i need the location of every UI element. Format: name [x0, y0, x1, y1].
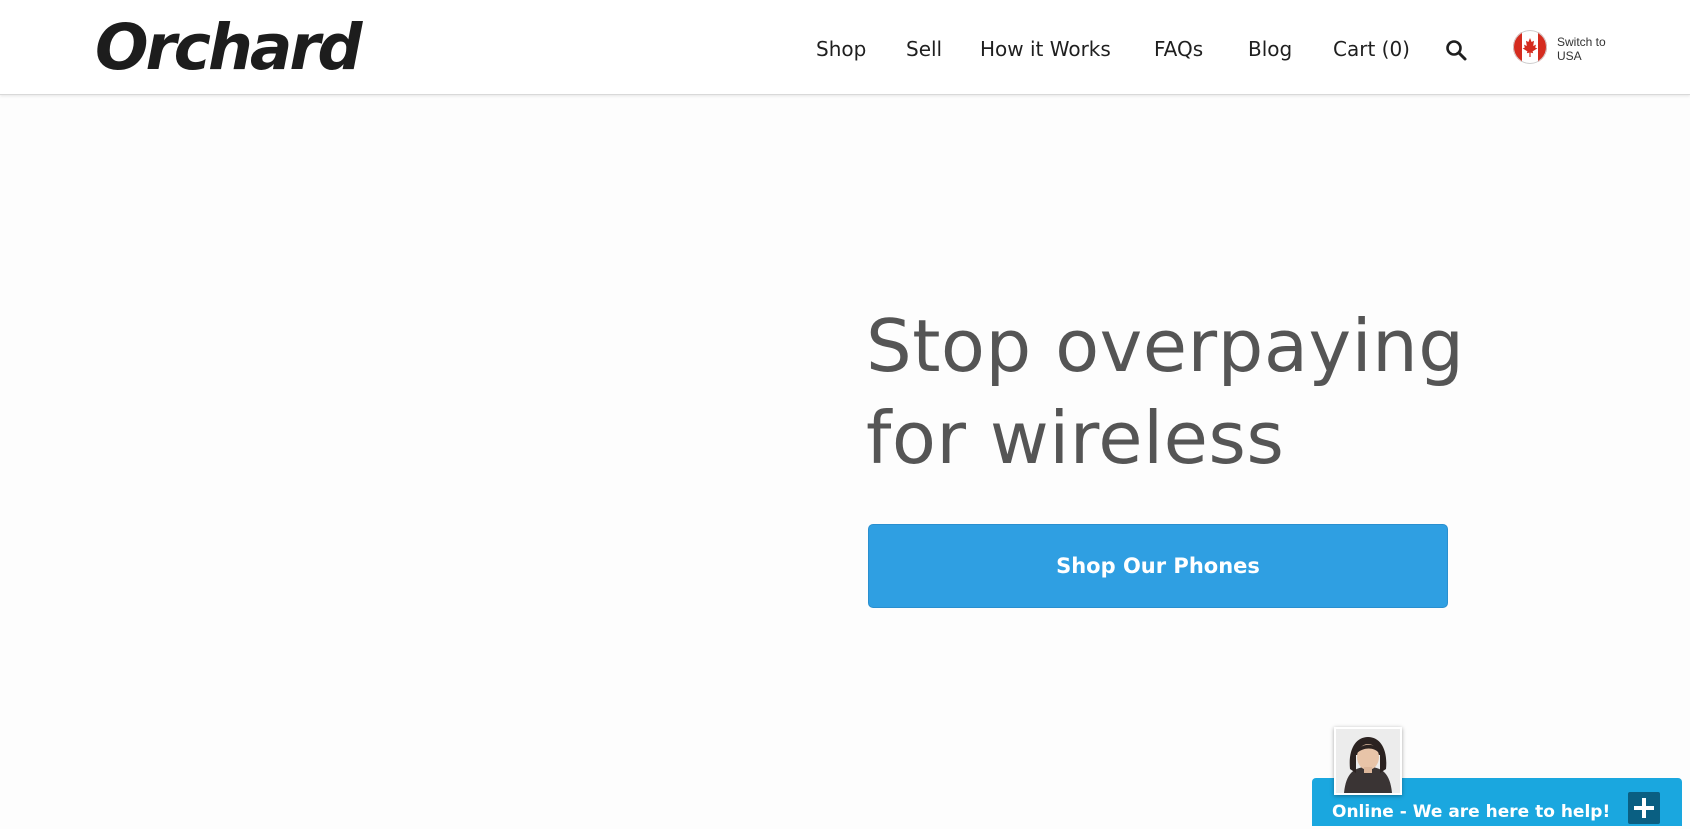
chat-status-text: Online - We are here to help!	[1332, 802, 1611, 822]
canada-flag-icon[interactable]	[1513, 30, 1547, 64]
switch-region-line1: Switch to	[1557, 35, 1606, 49]
plus-icon[interactable]	[1628, 792, 1660, 824]
nav-blog[interactable]: Blog	[1248, 34, 1292, 64]
nav-cart[interactable]: Cart (0)	[1333, 34, 1410, 64]
nav-sell[interactable]: Sell	[906, 34, 942, 64]
hero-title-line1: Stop overpaying	[866, 304, 1465, 388]
nav-shop[interactable]: Shop	[816, 34, 866, 64]
nav-faqs[interactable]: FAQs	[1154, 34, 1203, 64]
shop-our-phones-button[interactable]: Shop Our Phones	[868, 524, 1448, 608]
site-header: Orchard Shop Sell How it Works FAQs Blog…	[0, 0, 1690, 95]
nav-how-it-works[interactable]: How it Works	[980, 34, 1111, 64]
switch-region-link[interactable]: Switch to USA	[1557, 35, 1637, 63]
hero-title: Stop overpaying for wireless	[866, 300, 1586, 484]
switch-region-line2: USA	[1557, 49, 1582, 63]
hero-title-line2: for wireless	[866, 396, 1285, 480]
main-nav: Shop Sell How it Works FAQs Blog Cart (0…	[0, 34, 1690, 64]
chat-agent-avatar[interactable]	[1334, 727, 1402, 795]
search-icon[interactable]	[1444, 38, 1468, 62]
